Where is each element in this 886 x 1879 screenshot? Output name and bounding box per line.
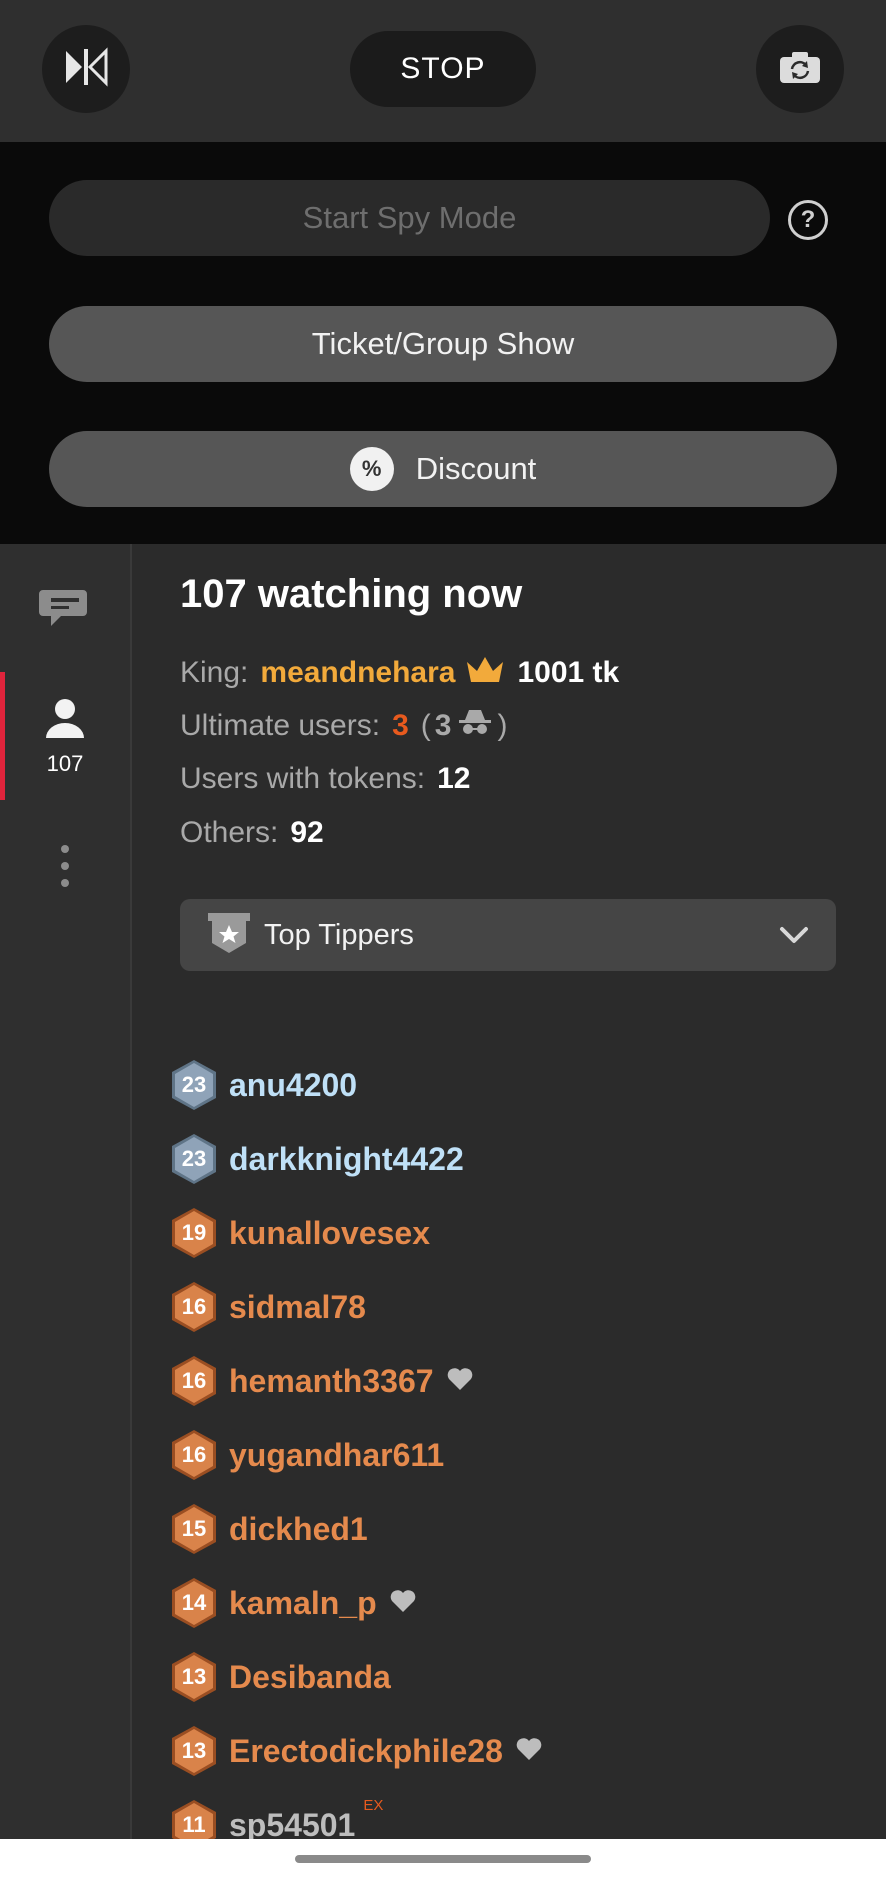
spy-incognito-icon	[457, 708, 493, 744]
crown-icon	[465, 654, 505, 692]
tab-chat[interactable]	[0, 584, 130, 637]
king-label: King:	[180, 656, 249, 689]
tipper-row[interactable]: 19 kunallovesex	[169, 1205, 430, 1261]
users-with-tokens-row: Users with tokens: 12	[180, 762, 470, 796]
level-badge: 16	[169, 1280, 219, 1334]
tipper-row[interactable]: 13 Desibanda	[169, 1649, 391, 1705]
home-indicator[interactable]	[295, 1855, 591, 1863]
ticket-group-show-button[interactable]: Ticket/Group Show	[49, 306, 837, 382]
ultimate-users-row: Ultimate users: 3 ( 3 )	[180, 708, 507, 744]
level-number: 16	[181, 1442, 207, 1467]
tipper-row[interactable]: 23 anu4200	[169, 1057, 357, 1113]
tipper-username[interactable]: sp54501	[229, 1807, 355, 1844]
tipper-username[interactable]: Desibanda	[229, 1659, 391, 1696]
tipper-row[interactable]: 16 hemanth3367	[169, 1353, 474, 1409]
tipper-username[interactable]: yugandhar611	[229, 1437, 444, 1474]
level-number: 19	[181, 1220, 207, 1245]
others-count: 92	[290, 816, 324, 849]
top-tippers-dropdown[interactable]: Top Tippers	[180, 899, 836, 971]
ex-member-badge: EX	[363, 1796, 384, 1814]
system-home-bar	[0, 1839, 886, 1879]
level-badge: 14	[169, 1576, 219, 1630]
tipper-username[interactable]: kunallovesex	[229, 1215, 430, 1252]
broadcast-controls: Start Spy Mode ? Ticket/Group Show % Dis…	[0, 142, 886, 544]
tipper-row[interactable]: 13 Erectodickphile28	[169, 1723, 543, 1779]
level-number: 14	[181, 1590, 207, 1615]
level-badge: 16	[169, 1354, 219, 1408]
camera-switch-button[interactable]	[756, 25, 844, 113]
side-nav: 107	[0, 544, 132, 1839]
ultimate-label: Ultimate users:	[180, 709, 381, 742]
user-icon	[43, 696, 87, 745]
level-number: 16	[181, 1368, 207, 1393]
tab-more[interactable]	[0, 844, 130, 893]
ticket-show-label: Ticket/Group Show	[311, 326, 575, 361]
discount-button[interactable]: % Discount	[49, 431, 837, 507]
tipper-username[interactable]: anu4200	[229, 1067, 357, 1104]
tipper-row[interactable]: 14 kamaln_p	[169, 1575, 417, 1631]
level-badge: 15	[169, 1502, 219, 1556]
heart-icon	[515, 1737, 543, 1766]
level-number: 15	[181, 1516, 207, 1541]
discount-label: Discount	[415, 451, 537, 486]
level-badge: 19	[169, 1206, 219, 1260]
more-vertical-icon	[60, 844, 70, 893]
start-spy-mode-button[interactable]: Start Spy Mode	[49, 180, 770, 256]
tokens-label: Users with tokens:	[180, 762, 426, 795]
tokens-count: 12	[437, 762, 471, 795]
chevron-down-icon	[778, 919, 810, 956]
level-badge: 16	[169, 1428, 219, 1482]
camera-switch-icon	[778, 49, 822, 90]
tipper-username[interactable]: sidmal78	[229, 1289, 366, 1326]
level-number: 13	[181, 1664, 207, 1689]
users-count: 107	[46, 751, 84, 776]
level-number: 13	[181, 1738, 207, 1763]
star-badge-icon	[206, 911, 252, 960]
mirror-flip-button[interactable]	[42, 25, 130, 113]
top-bar: STOP	[0, 0, 886, 142]
tipper-row[interactable]: 16 yugandhar611	[169, 1427, 444, 1483]
tipper-username[interactable]: dickhed1	[229, 1511, 368, 1548]
king-tokens: 1001 tk	[517, 656, 620, 689]
ultimate-count: 3	[392, 709, 409, 742]
chat-bubbles-icon	[39, 584, 91, 637]
level-badge: 13	[169, 1724, 219, 1778]
heart-icon	[446, 1367, 474, 1396]
tipper-row[interactable]: 15 dickhed1	[169, 1501, 368, 1557]
dropdown-label: Top Tippers	[264, 918, 414, 951]
level-badge: 13	[169, 1650, 219, 1704]
percent-badge-icon: %	[349, 447, 394, 491]
tipper-username[interactable]: hemanth3367	[229, 1363, 434, 1400]
tipper-username[interactable]: darkknight4422	[229, 1141, 464, 1178]
question-icon[interactable]: ?	[788, 200, 828, 240]
others-label: Others:	[180, 816, 279, 849]
tipper-username[interactable]: kamaln_p	[229, 1585, 377, 1622]
others-row: Others: 92	[180, 816, 324, 850]
heart-icon	[389, 1589, 417, 1618]
level-badge: 23	[169, 1132, 219, 1186]
tipper-row[interactable]: 16 sidmal78	[169, 1279, 366, 1335]
tipper-row[interactable]: 23 darkknight4422	[169, 1131, 464, 1187]
tab-users[interactable]: 107	[0, 696, 130, 777]
king-username[interactable]: meandnehara	[260, 656, 455, 690]
level-number: 23	[181, 1072, 207, 1097]
ultimate-close-paren: )	[497, 709, 508, 742]
king-row: King: meandnehara 1001 tk	[180, 654, 619, 692]
spy-mode-label: Start Spy Mode	[302, 200, 517, 235]
level-number: 16	[181, 1294, 207, 1319]
ultimate-spy-count: 3	[434, 709, 452, 742]
level-badge: 23	[169, 1058, 219, 1112]
watching-count-title: 107 watching now	[180, 572, 523, 616]
mirror-flip-icon	[62, 46, 110, 92]
ultimate-open-paren: (	[420, 709, 431, 742]
stop-button[interactable]: STOP	[350, 31, 536, 107]
tipper-username[interactable]: Erectodickphile28	[229, 1733, 503, 1770]
level-number: 23	[181, 1146, 207, 1171]
